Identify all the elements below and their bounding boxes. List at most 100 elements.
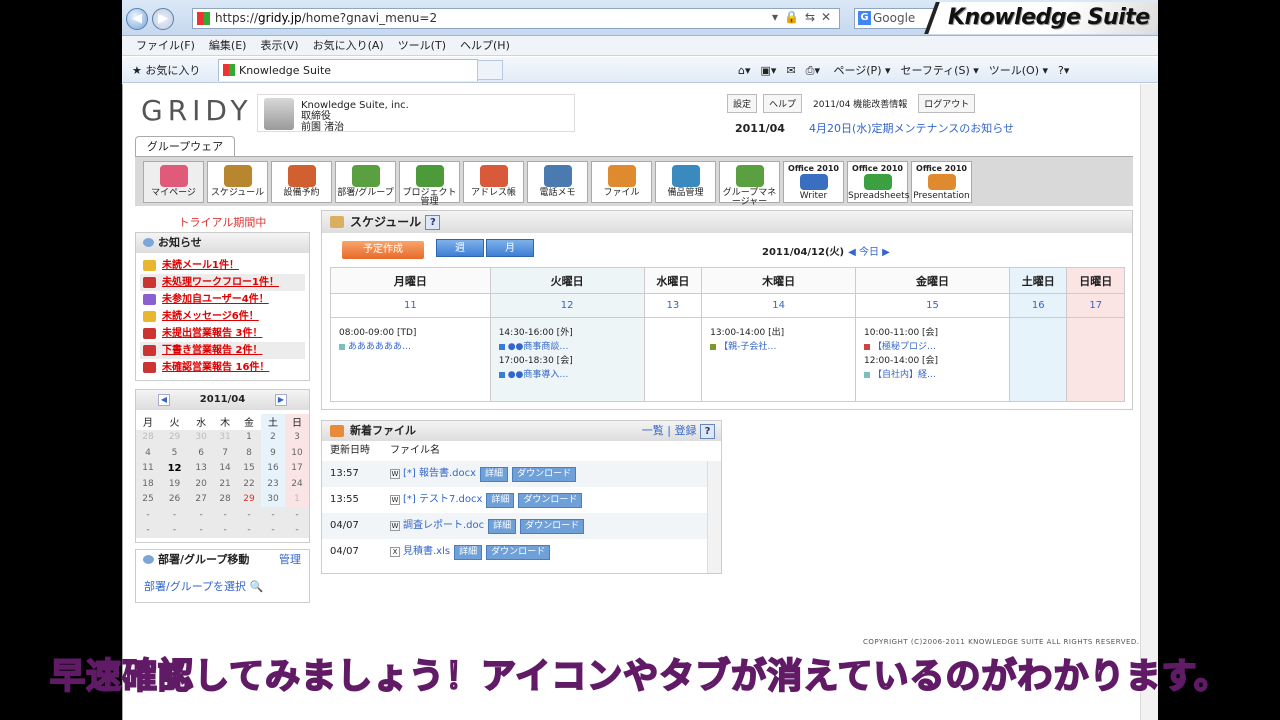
url-field[interactable]: https://gridy.jp/home?gnavi_menu=2 [192, 8, 840, 29]
safety-menu[interactable]: セーフティ(S) ▾ [901, 64, 979, 77]
schedule-button[interactable]: スケジュール [207, 161, 268, 203]
day-number[interactable]: 16 [1008, 293, 1068, 318]
week-view-button[interactable]: 週 [436, 239, 484, 257]
address-book-button[interactable]: アドレス帳 [463, 161, 524, 203]
day-number[interactable]: 13 [643, 293, 703, 318]
mypage-button[interactable]: マイページ [143, 161, 204, 203]
new-schedule-button[interactable]: 予定作成 [342, 241, 424, 259]
search-box[interactable]: G Google [854, 8, 934, 29]
day-cell-tue[interactable]: 14:30-16:00 [外] ●●商事商談… 17:00-18:30 [会] ●●商… [489, 317, 645, 402]
detail-button[interactable]: 詳細 [454, 545, 483, 560]
file-link[interactable]: [*] 報告書.docx [403, 468, 476, 479]
notice-item[interactable]: 未参加自ユーザー4件！ [140, 291, 305, 308]
help-icon[interactable]: ? [700, 423, 715, 439]
help-button[interactable]: ヘルプ [763, 94, 803, 113]
gridy-logo[interactable]: GRIDY [141, 94, 253, 127]
notice-item[interactable]: 未読メッセージ6件！ [140, 308, 305, 325]
day-number[interactable]: 11 [330, 293, 491, 318]
notice-item[interactable]: 未処理ワークフロー1件！ [140, 274, 305, 291]
menu-tools[interactable]: ツール(T) [398, 36, 446, 55]
logout-button[interactable]: ログアウト [918, 94, 976, 113]
event-link[interactable]: ああああああ… [339, 340, 482, 354]
help-icon[interactable]: ? [425, 215, 441, 230]
back-button[interactable]: ◀ [126, 8, 148, 30]
day-number[interactable]: 12 [489, 293, 645, 318]
file-link[interactable]: 調査レポート.doc [403, 520, 484, 531]
menu-view[interactable]: 表示(V) [260, 36, 298, 55]
forward-button[interactable]: ▶ [152, 8, 174, 30]
today-link[interactable]: ◀ 今日 ▶ [848, 247, 890, 258]
writer-button[interactable]: Office 2010 Writer [783, 161, 844, 203]
url-action-icons[interactable]: ▾🔒⇆✕ [772, 10, 837, 24]
page-scrollbar[interactable] [1140, 84, 1158, 720]
maintenance-link[interactable]: 4月20日(水)定期メンテナンスのお知らせ [809, 122, 1014, 135]
download-button[interactable]: ダウンロード [486, 545, 551, 560]
company-name: Knowledge Suite, inc. [301, 100, 409, 111]
month-view-button[interactable]: 月 [486, 239, 534, 257]
event-link[interactable]: 【極秘プロジ… [864, 340, 1001, 354]
menu-favorites[interactable]: お気に入り(A) [313, 36, 384, 55]
dept-select-link[interactable]: 部署/グループを選択 🔍 [136, 570, 309, 602]
mail-icon[interactable]: ✉ [786, 64, 795, 77]
event-link[interactable]: ●●商事商談… [498, 340, 636, 354]
notice-title: お知らせ [136, 233, 309, 253]
event-link[interactable]: ●●商事導入… [498, 368, 636, 382]
facility-button[interactable]: 設備予約 [271, 161, 332, 203]
event-link[interactable]: 【自社内】経… [864, 368, 1001, 382]
settings-button[interactable]: 設定 [727, 94, 758, 113]
detail-button[interactable]: 詳細 [488, 519, 517, 534]
tab-groupware[interactable]: グループウェア [135, 136, 235, 157]
notice-item[interactable]: 未確認営業報告 16件！ [140, 359, 305, 376]
files-links[interactable]: 一覧 | 登録 [642, 424, 697, 437]
site-favicon [197, 12, 210, 25]
file-button[interactable]: ファイル [591, 161, 652, 203]
manage-link[interactable]: 管理 [279, 550, 301, 570]
files-scrollbar[interactable] [707, 461, 721, 573]
day-cell-thu[interactable]: 13:00-14:00 [出] 【親-子会社… [701, 317, 857, 402]
detail-button[interactable]: 詳細 [486, 493, 515, 508]
download-button[interactable]: ダウンロード [512, 467, 577, 482]
browser-tab[interactable]: Knowledge Suite [218, 59, 478, 81]
file-link[interactable]: 見積書.xls [403, 546, 450, 557]
print-icon[interactable]: ⎙▾ [806, 64, 820, 77]
event-link[interactable]: 【親-子会社… [710, 340, 847, 354]
phone-memo-button[interactable]: 電話メモ [527, 161, 588, 203]
day-number[interactable]: 17 [1066, 293, 1125, 318]
avatar [264, 98, 294, 130]
help-icon[interactable]: ?▾ [1058, 64, 1069, 77]
day-number[interactable]: 15 [855, 293, 1010, 318]
presentation-button[interactable]: Office 2010 Presentation [911, 161, 972, 203]
department-button[interactable]: 部署/グループ [335, 161, 396, 203]
rss-icon[interactable]: ▣▾ [761, 64, 777, 77]
new-tab-button[interactable] [477, 60, 503, 80]
day-number[interactable]: 14 [701, 293, 857, 318]
tools-menu[interactable]: ツール(O) ▾ [989, 64, 1048, 77]
page-menu[interactable]: ページ(P) ▾ [833, 64, 890, 77]
day-cell-sat[interactable] [1008, 317, 1068, 402]
day-cell-sun[interactable] [1066, 317, 1125, 402]
download-button[interactable]: ダウンロード [518, 493, 583, 508]
feature-info-link[interactable]: 2011/04 機能改善情報 [808, 95, 912, 112]
detail-button[interactable]: 詳細 [480, 467, 509, 482]
spreadsheets-button[interactable]: Office 2010 Spreadsheets [847, 161, 909, 203]
notice-item[interactable]: 未提出営業報告 3件！ [140, 325, 305, 342]
project-button[interactable]: プロジェクト管理 [399, 161, 460, 207]
menu-help[interactable]: ヘルプ(H) [460, 36, 510, 55]
download-button[interactable]: ダウンロード [520, 519, 585, 534]
next-month-button[interactable]: ▶ [275, 394, 287, 406]
file-link[interactable]: [*] テスト7.docx [403, 494, 482, 505]
day-cell-mon[interactable]: 08:00-09:00 [TD] ああああああ… [330, 317, 491, 402]
address-bar-area: ◀ ▶ https://gridy.jp/home?gnavi_menu=2 ▾… [122, 0, 1158, 36]
menu-file[interactable]: ファイル(F) [136, 36, 195, 55]
notice-item[interactable]: 下書き営業報告 2件！ [140, 342, 305, 359]
home-icon[interactable]: ⌂▾ [738, 64, 751, 77]
prev-month-button[interactable]: ◀ [158, 394, 170, 406]
favorites-button[interactable]: ★ お気に入り [132, 62, 200, 78]
day-cell-wed[interactable] [643, 317, 703, 402]
day-cell-fri[interactable]: 10:00-11:00 [会] 【極秘プロジ… 12:00-14:00 [会] 【自社… [855, 317, 1010, 402]
notice-item[interactable]: 未読メール1件！ [140, 257, 305, 274]
equipment-button[interactable]: 備品管理 [655, 161, 716, 203]
menu-edit[interactable]: 編集(E) [209, 36, 247, 55]
group-manager-button[interactable]: グループマネージャー [719, 161, 780, 207]
menu-bar: ファイル(F) 編集(E) 表示(V) お気に入り(A) ツール(T) ヘルプ(H) [122, 36, 1158, 56]
